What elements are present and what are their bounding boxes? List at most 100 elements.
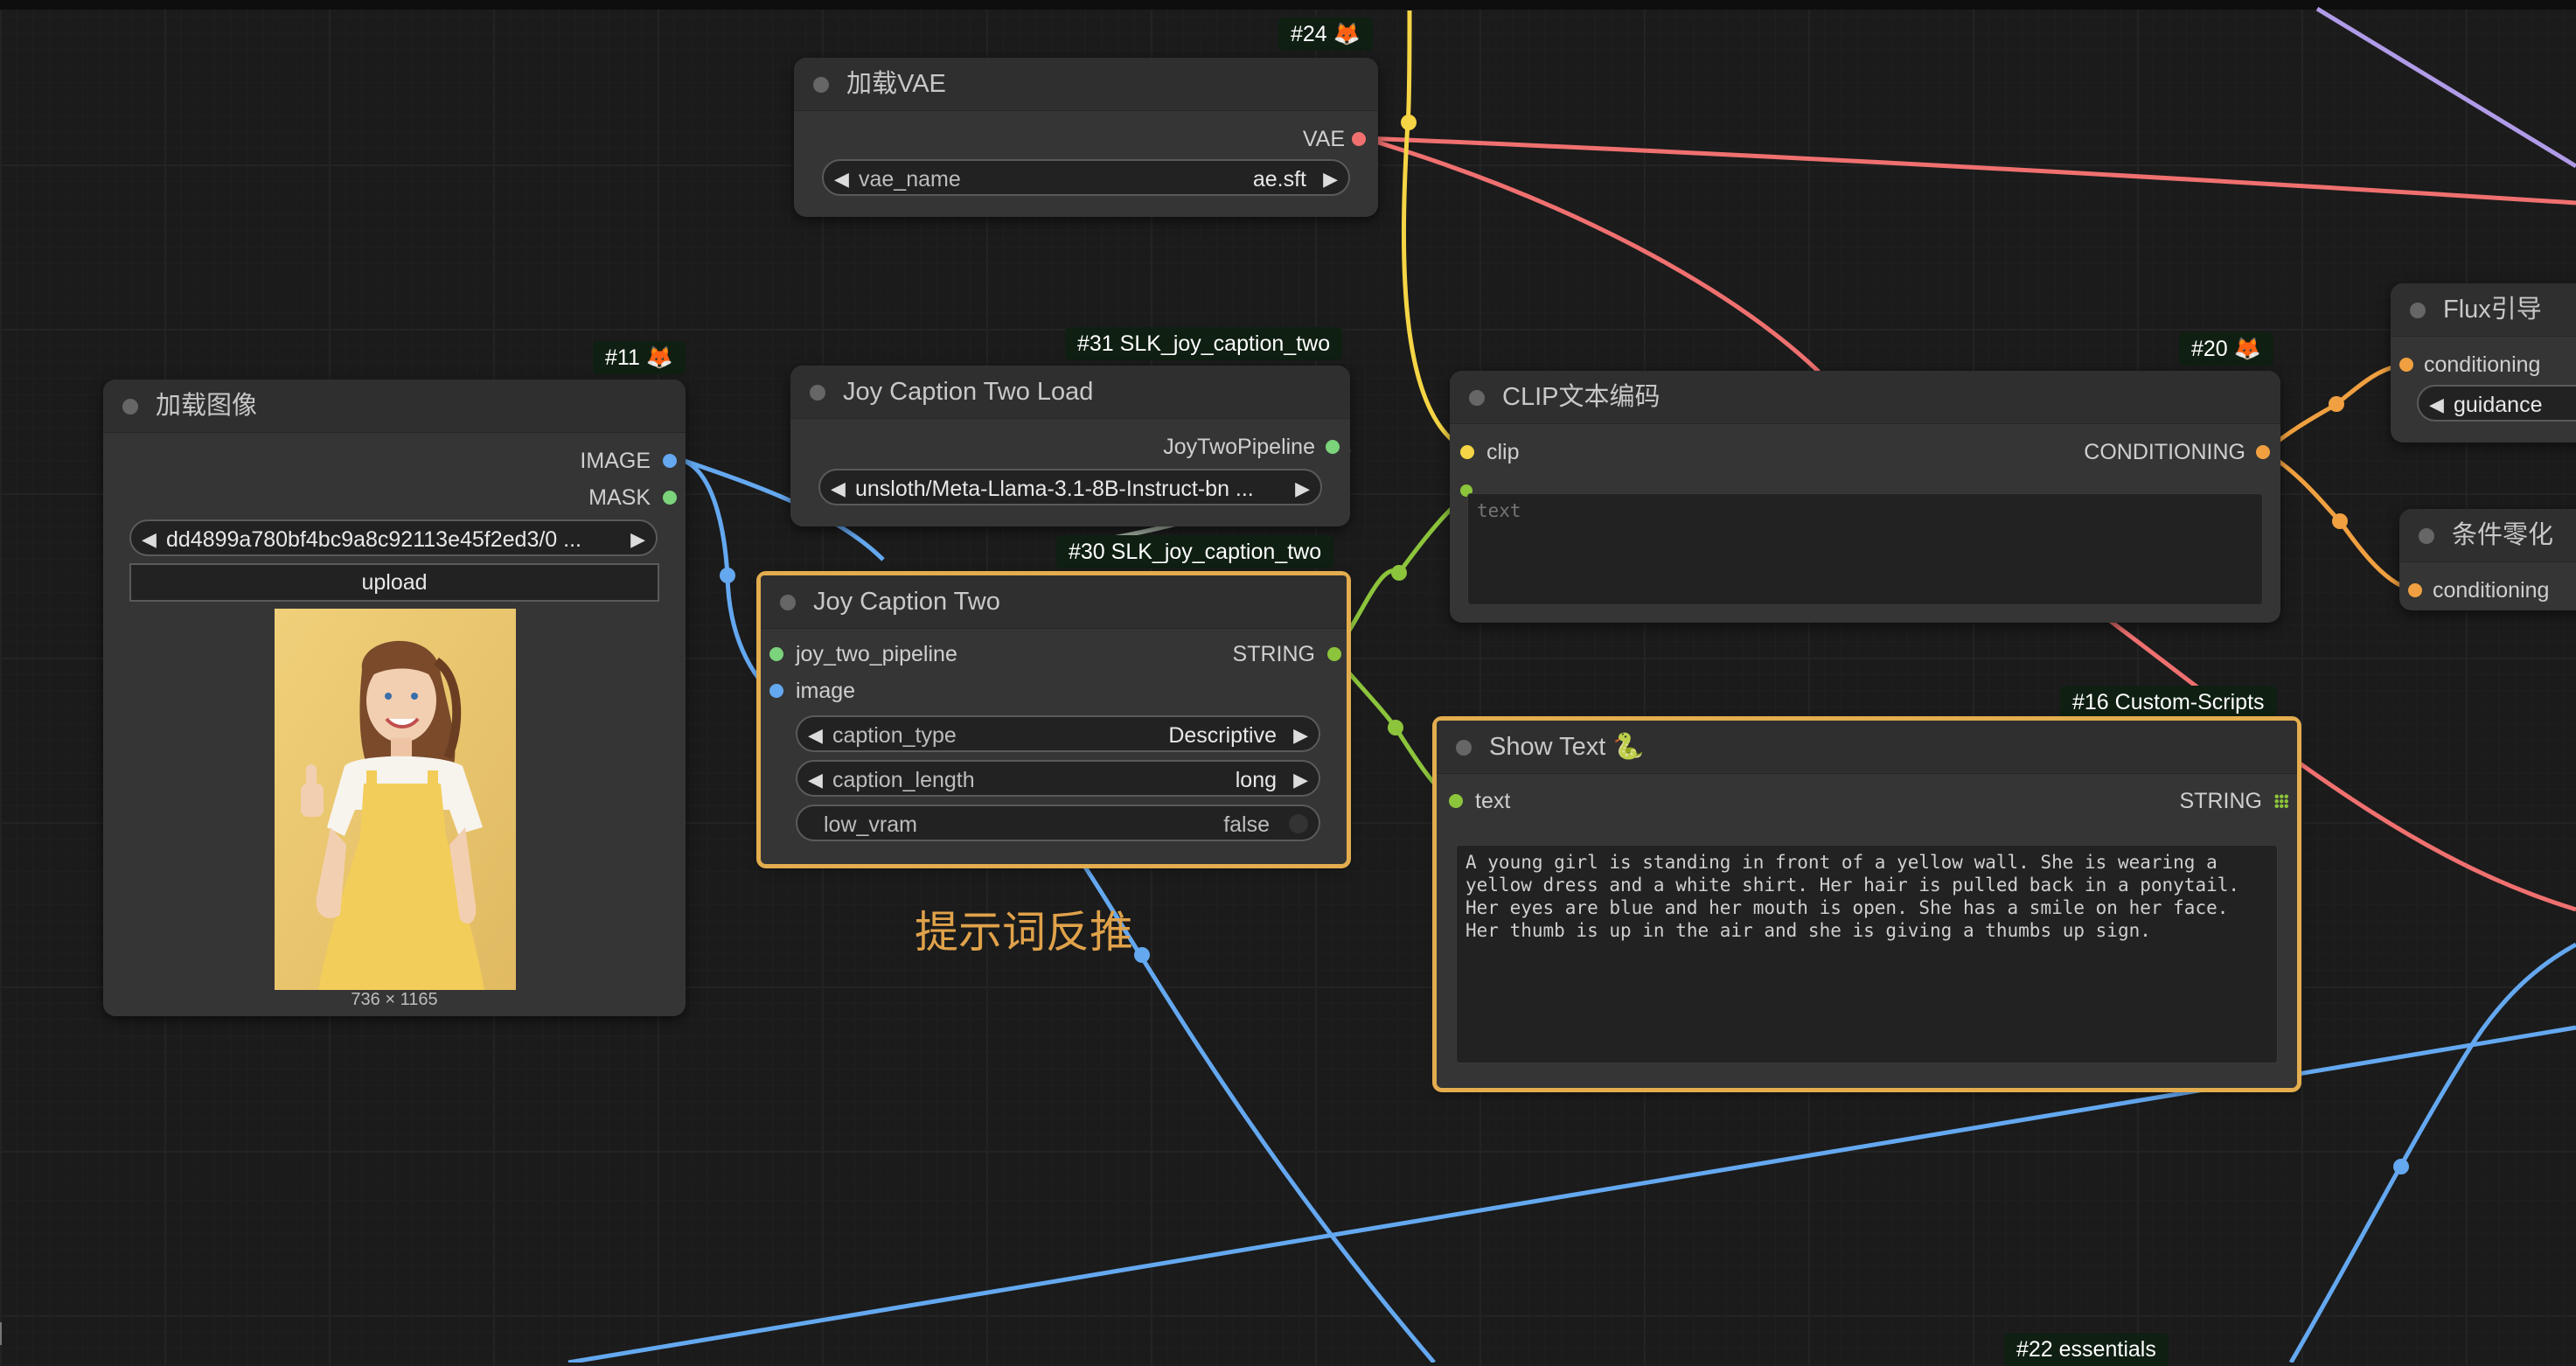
output-vae-dot[interactable]: [1352, 132, 1366, 146]
caption-length-combo[interactable]: ◀ caption_length long ▶: [796, 760, 1320, 797]
flux-guidance-node[interactable]: Flux引导 conditioning ◀ guidance: [2391, 283, 2576, 443]
joy-caption-load-node[interactable]: Joy Caption Two Load JoyTwoPipeline ◀ un…: [790, 366, 1350, 526]
wire-vae-2: [1363, 136, 1821, 373]
node-title: 加载图像: [156, 392, 258, 420]
input-image-label: image: [796, 679, 856, 703]
widget-label: vae_name: [859, 167, 961, 192]
output-string-dot[interactable]: [1327, 647, 1341, 661]
node-title: 条件零化: [2452, 521, 2554, 549]
collapse-dot-icon[interactable]: [122, 399, 138, 415]
load-image-node[interactable]: 加载图像 IMAGE MASK ◀ dd4899a780bf4bc9a8c921…: [103, 380, 686, 1016]
node-badge-11: #11 🦊: [593, 341, 686, 374]
wire-image-5: [2288, 942, 2576, 1363]
prev-arrow-icon[interactable]: ◀: [808, 717, 823, 754]
input-conditioning-dot[interactable]: [2408, 583, 2422, 597]
wire-image-3: [1082, 864, 1436, 1363]
output-pipeline-label: JoyTwoPipeline: [1163, 435, 1315, 459]
collapse-dot-icon[interactable]: [1469, 390, 1485, 406]
widget-value: Descriptive: [1168, 723, 1277, 748]
caption-type-combo[interactable]: ◀ caption_type Descriptive ▶: [796, 715, 1320, 752]
prev-arrow-icon[interactable]: ◀: [834, 161, 849, 198]
load-vae-node[interactable]: 加载VAE VAE ◀ vae_name ae.sft ▶: [794, 58, 1378, 217]
wire-latent: [2315, 6, 2576, 169]
input-image-dot[interactable]: [769, 684, 783, 698]
low-vram-toggle[interactable]: low_vram false: [796, 805, 1320, 841]
node-title-bar[interactable]: 加载VAE: [794, 58, 1378, 111]
node-badge-16: #16 Custom-Scripts: [2060, 686, 2277, 719]
output-mask-dot[interactable]: [663, 491, 677, 505]
input-pipeline-dot[interactable]: [769, 647, 783, 661]
input-clip-dot[interactable]: [1460, 445, 1474, 459]
widget-label: caption_length: [832, 768, 975, 792]
input-conditioning-label: conditioning: [2424, 352, 2541, 377]
node-badge-31: #31 SLK_joy_caption_two: [1065, 327, 1343, 360]
show-text-output[interactable]: A young girl is standing in front of a y…: [1456, 845, 2278, 1063]
next-arrow-icon[interactable]: ▶: [1293, 762, 1308, 798]
toggle-knob[interactable]: [1289, 814, 1308, 833]
prev-arrow-icon[interactable]: ◀: [142, 521, 157, 558]
node-badge-20: #20 🦊: [2179, 332, 2273, 366]
output-vae-label: VAE: [1302, 127, 1345, 151]
joy-caption-two-node[interactable]: Joy Caption Two joy_two_pipeline image S…: [756, 571, 1351, 868]
output-conditioning-label: CONDITIONING: [2084, 440, 2245, 464]
model-combo[interactable]: ◀ unsloth/Meta-Llama-3.1-8B-Instruct-bn …: [818, 469, 1322, 505]
annotation-label: 提示词反推: [915, 907, 1133, 958]
vae-name-combo[interactable]: ◀ vae_name ae.sft ▶: [822, 159, 1350, 196]
input-text-dot[interactable]: [1449, 794, 1463, 808]
widget-label: low_vram: [824, 812, 917, 837]
upload-button[interactable]: upload: [129, 563, 659, 602]
collapse-dot-icon[interactable]: [780, 595, 796, 610]
input-conditioning-dot[interactable]: [2399, 358, 2413, 372]
node-title: Joy Caption Two Load: [843, 378, 1094, 406]
input-text-label: text: [1475, 789, 1511, 813]
output-conditioning-dot[interactable]: [2256, 445, 2270, 459]
next-arrow-icon[interactable]: ▶: [1323, 161, 1338, 198]
node-title: CLIP文本编码: [1502, 383, 1660, 411]
conditioning-zero-node[interactable]: 条件零化 conditioning: [2399, 509, 2576, 610]
node-title-bar[interactable]: Flux引导: [2391, 283, 2576, 337]
image-preview[interactable]: [275, 609, 516, 990]
clip-text-encode-node[interactable]: CLIP文本编码 clip CONDITIONING: [1450, 371, 2280, 623]
next-arrow-icon[interactable]: ▶: [1295, 470, 1310, 507]
collapse-dot-icon[interactable]: [2410, 303, 2426, 318]
output-string-label: STRING: [1232, 642, 1315, 666]
node-title-bar[interactable]: Joy Caption Two Load: [790, 366, 1350, 419]
widget-value: false: [1223, 812, 1270, 837]
collapse-dot-icon[interactable]: [810, 385, 825, 401]
next-arrow-icon[interactable]: ▶: [630, 521, 645, 558]
output-pipeline-dot[interactable]: [1326, 440, 1340, 454]
grid-icon[interactable]: [2274, 794, 2288, 808]
collapse-dot-icon[interactable]: [1456, 740, 1472, 756]
text-input[interactable]: [1467, 493, 2263, 605]
image-file-combo[interactable]: ◀ dd4899a780bf4bc9a8c92113e45f2ed3/0 ...…: [129, 519, 658, 556]
collapse-dot-icon[interactable]: [2419, 528, 2434, 544]
guidance-slider[interactable]: ◀ guidance: [2417, 385, 2576, 422]
prev-arrow-icon[interactable]: ◀: [831, 470, 846, 507]
output-image-dot[interactable]: [663, 454, 677, 468]
prev-arrow-icon[interactable]: ◀: [808, 762, 823, 798]
input-pipeline-label: joy_two_pipeline: [796, 642, 957, 666]
node-title-bar[interactable]: 条件零化: [2399, 509, 2576, 562]
widget-value: long: [1235, 768, 1277, 792]
node-badge-30: #30 SLK_joy_caption_two: [1056, 535, 1334, 568]
image-dimensions: 736 × 1165: [351, 990, 438, 1009]
next-arrow-icon[interactable]: ▶: [1293, 717, 1308, 754]
collapse-dot-icon[interactable]: [813, 77, 829, 93]
node-title-bar[interactable]: 加载图像: [103, 380, 686, 433]
output-mask-label: MASK: [588, 485, 651, 510]
show-text-node[interactable]: Show Text 🐍 text STRING A young girl is …: [1432, 716, 2301, 1092]
node-badge-24: #24 🦊: [1278, 17, 1373, 51]
prev-arrow-icon[interactable]: ◀: [2429, 387, 2444, 423]
node-title: Joy Caption Two: [813, 588, 1000, 616]
input-clip-label: clip: [1486, 440, 1520, 464]
node-title: Show Text 🐍: [1489, 733, 1645, 761]
widget-label: guidance: [2454, 393, 2543, 417]
node-title-bar[interactable]: Joy Caption Two: [761, 575, 1347, 629]
output-string-label: STRING: [2179, 789, 2262, 813]
wire-vae-1: [1363, 136, 2576, 206]
node-title-bar[interactable]: CLIP文本编码: [1450, 371, 2280, 424]
node-title-bar[interactable]: Show Text 🐍: [1437, 721, 2297, 774]
widget-value: unsloth/Meta-Llama-3.1-8B-Instruct-bn ..…: [855, 477, 1254, 501]
widget-value: ae.sft: [1252, 167, 1306, 192]
left-edge-bracket: [0, 1322, 7, 1345]
